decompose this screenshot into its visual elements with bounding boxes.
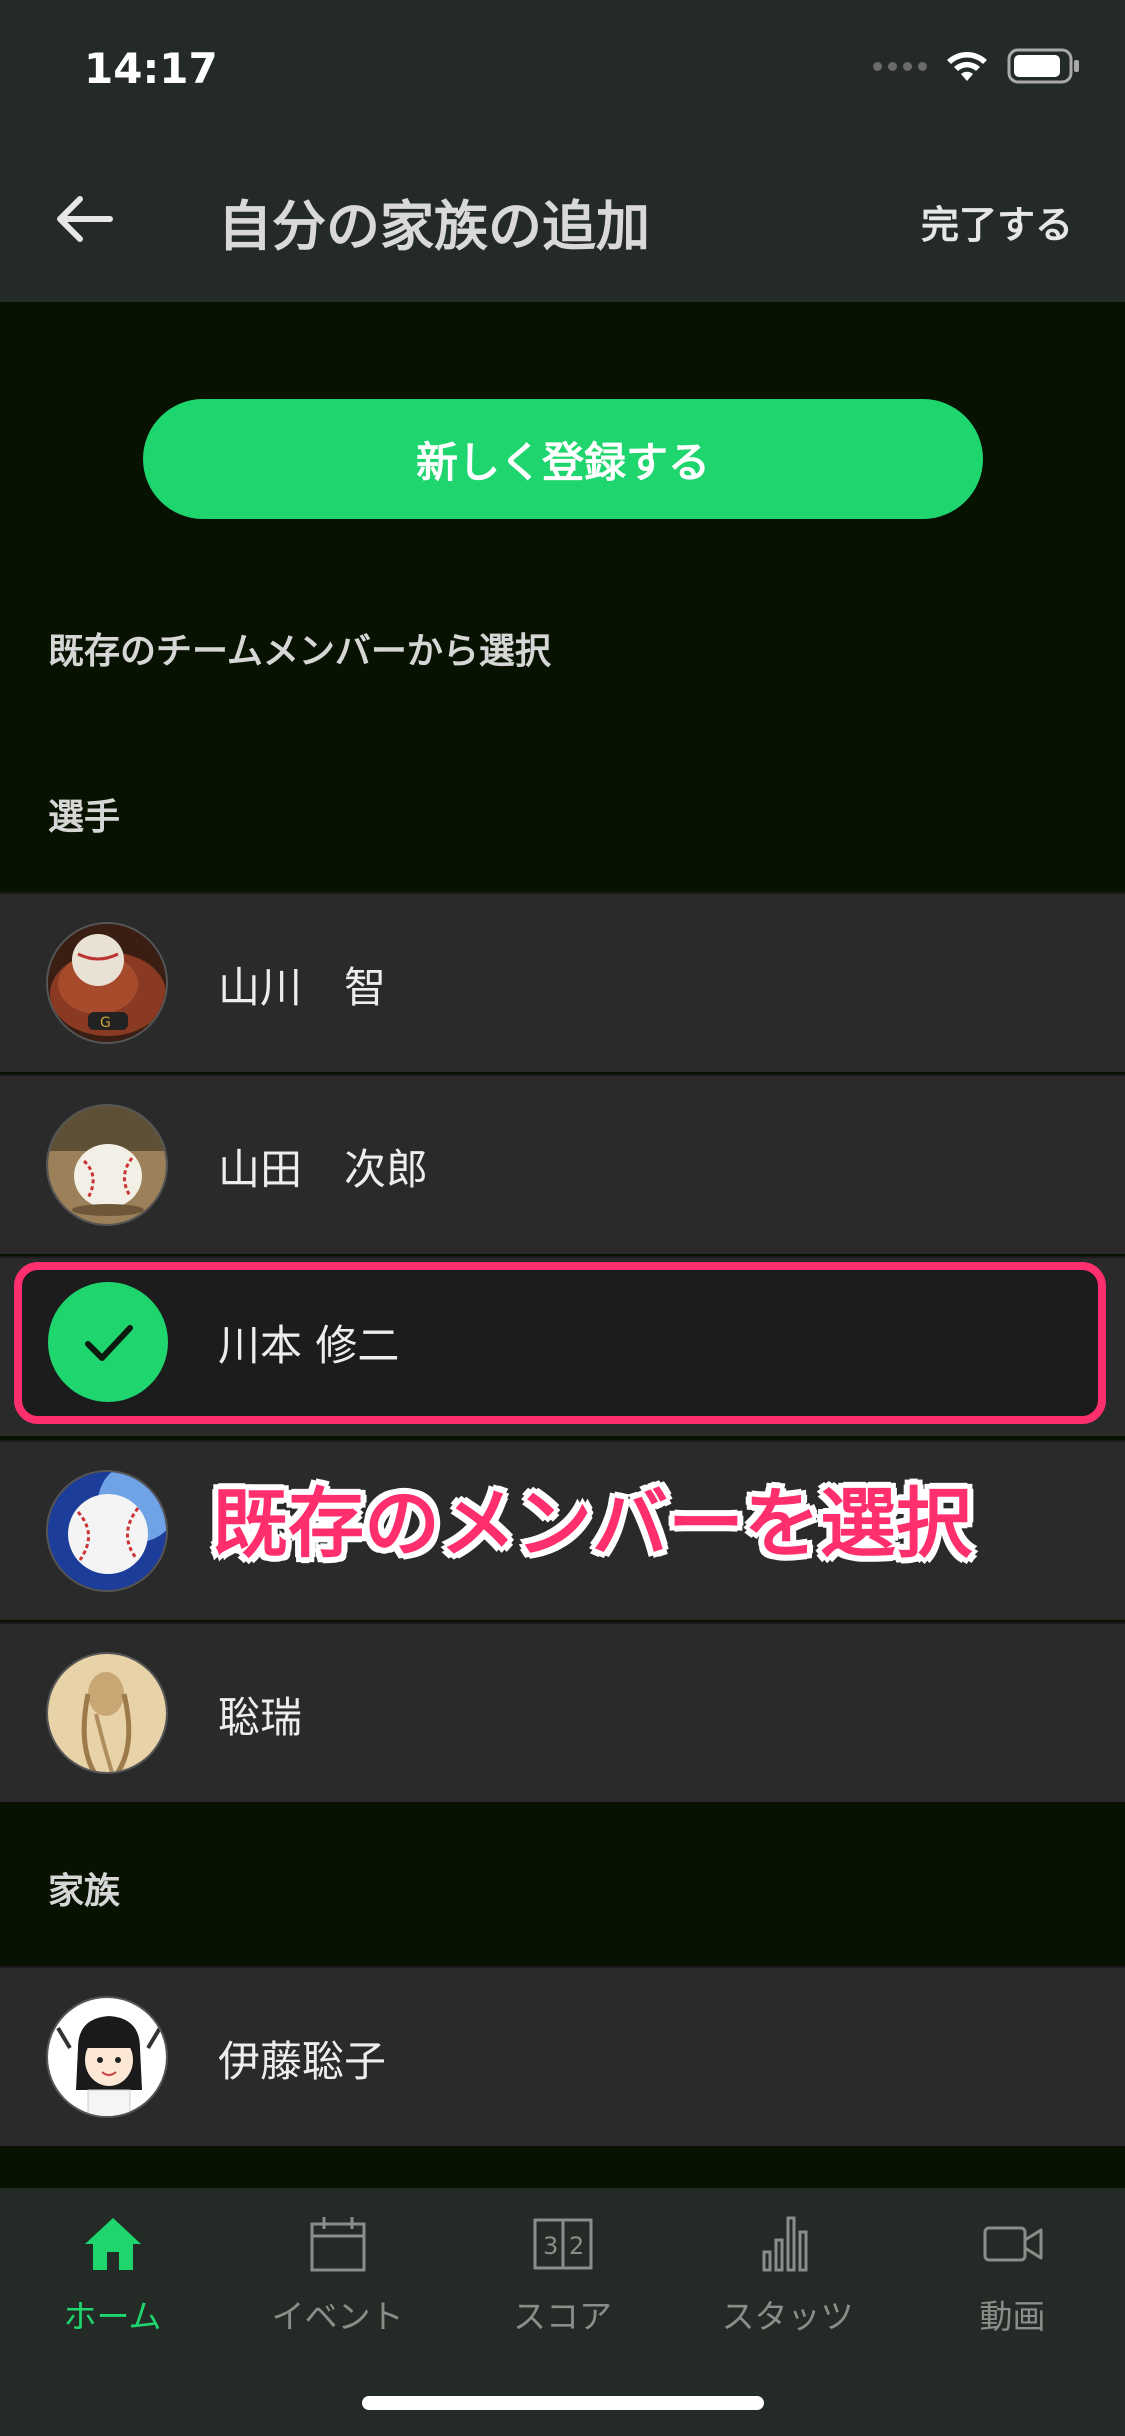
tab-label: スコア xyxy=(513,2297,612,2336)
status-bar: 14:17 xyxy=(0,0,1125,140)
player-row[interactable]: G 山川 智 xyxy=(0,892,1125,1072)
svg-text:3: 3 xyxy=(543,2232,558,2260)
back-button[interactable] xyxy=(50,184,120,254)
tab-label: ホーム xyxy=(63,2297,162,2336)
player-row[interactable]: 聡瑞 xyxy=(0,1622,1125,1802)
family-section-header: 家族 xyxy=(0,1804,1125,1966)
back-arrow-icon xyxy=(57,196,113,242)
selection-highlight: 川本 修二 xyxy=(14,1262,1106,1424)
tab-label: 動画 xyxy=(979,2297,1046,2336)
svg-text:G: G xyxy=(100,1015,111,1031)
avatar-cartoon-girl xyxy=(46,1996,168,2118)
family-row[interactable]: 伊藤聡子 xyxy=(0,1966,1125,2146)
tab-label: イベント xyxy=(271,2297,404,2336)
status-icons xyxy=(873,48,1081,84)
tab-score[interactable]: 3 2 スコア xyxy=(450,2212,675,2362)
players-section-header: 選手 xyxy=(0,730,1125,892)
tab-home[interactable]: ホーム xyxy=(0,2212,225,2362)
checkmark-icon xyxy=(85,1325,133,1361)
video-icon xyxy=(983,2226,1042,2262)
existing-members-label: 既存のチームメンバーから選択 xyxy=(48,631,551,672)
avatar-sketch-portrait xyxy=(46,1652,168,1774)
player-name: 山川 智 xyxy=(218,963,387,1012)
scoreboard-icon: 3 2 xyxy=(533,2218,592,2270)
family-member-name: 伊藤聡子 xyxy=(218,2037,387,2086)
annotation-caption: 既存のメンバーを選択 xyxy=(212,1479,972,1568)
home-icon xyxy=(84,2218,141,2270)
tab-stats[interactable]: スタッツ xyxy=(675,2212,900,2362)
avatar-baseball-blue xyxy=(46,1470,168,1592)
tab-event[interactable]: イベント xyxy=(225,2212,450,2362)
calendar-icon xyxy=(310,2217,365,2272)
player-name: 川本 修二 xyxy=(218,1321,400,1370)
avatar-baseball-glove: G xyxy=(46,922,168,1044)
player-name: 山田 次郎 xyxy=(218,1145,429,1194)
players-header-label: 選手 xyxy=(48,797,121,838)
player-row[interactable]: 山田 次郎 xyxy=(0,1074,1125,1254)
status-time: 14:17 xyxy=(84,44,218,93)
page-title: 自分の家族の追加 xyxy=(218,195,650,258)
avatar-baseball-on-dirt xyxy=(46,1104,168,1226)
cellular-signal-icon xyxy=(873,61,927,71)
battery-icon xyxy=(1007,48,1079,84)
register-new-button[interactable]: 新しく登録する xyxy=(143,399,983,519)
done-button[interactable]: 完了する xyxy=(921,194,1073,249)
family-header-label: 家族 xyxy=(48,1871,121,1912)
wifi-icon xyxy=(947,52,987,81)
tab-label: スタッツ xyxy=(721,2297,854,2336)
home-indicator[interactable] xyxy=(362,2396,764,2410)
player-name: 聡瑞 xyxy=(218,1693,303,1742)
navigation-bar: 自分の家族の追加 完了する xyxy=(0,140,1125,302)
svg-text:2: 2 xyxy=(569,2232,584,2260)
selected-check xyxy=(48,1282,168,1402)
bar-chart-icon xyxy=(762,2216,807,2272)
tab-video[interactable]: 動画 xyxy=(900,2212,1125,2362)
